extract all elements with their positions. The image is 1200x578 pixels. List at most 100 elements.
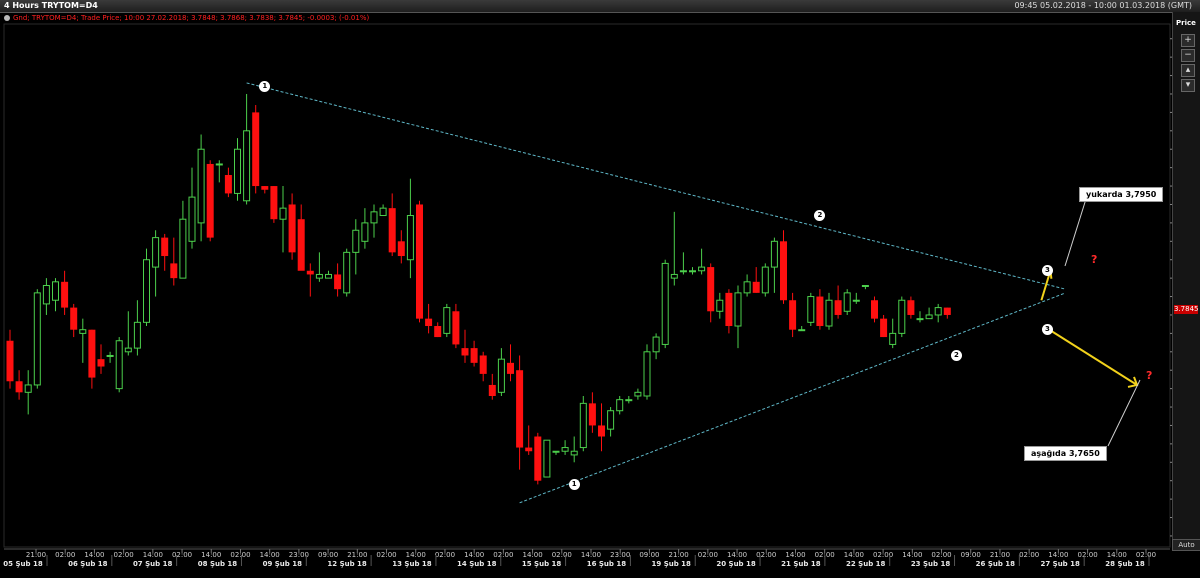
date-label: 21 Şub 18 bbox=[781, 560, 821, 568]
candle-bear bbox=[834, 300, 842, 315]
time-tick-label: 14:00 bbox=[201, 551, 221, 559]
downward-arrow bbox=[1042, 325, 1138, 386]
candle-bull bbox=[497, 358, 505, 393]
candle-bull bbox=[133, 321, 141, 349]
time-tick-label: 02:00 bbox=[376, 551, 396, 559]
candle-bear bbox=[224, 175, 232, 194]
candle-bull bbox=[52, 281, 59, 301]
candle-bull bbox=[179, 218, 187, 279]
candle-bull bbox=[852, 299, 860, 302]
candle-bull bbox=[33, 292, 41, 386]
candle-bull bbox=[42, 285, 50, 305]
upper-note-connector bbox=[1064, 198, 1087, 267]
candle-bear bbox=[452, 311, 460, 345]
date-label: 14 Şub 18 bbox=[457, 560, 497, 568]
date-label: 16 Şub 18 bbox=[587, 560, 627, 568]
time-tick-label: 02:00 bbox=[698, 551, 718, 559]
candle-bull bbox=[616, 399, 624, 412]
candle-bull bbox=[743, 281, 751, 294]
time-tick-label: 14:00 bbox=[902, 551, 922, 559]
date-label: 09 Şub 18 bbox=[263, 560, 303, 568]
candle-bear bbox=[288, 204, 296, 253]
zoom-in-button[interactable]: + bbox=[1181, 34, 1195, 47]
time-tick-label: 14:00 bbox=[464, 551, 484, 559]
candle-bear bbox=[70, 307, 78, 330]
candle-bear bbox=[334, 274, 342, 290]
time-tick-label: 09:00 bbox=[639, 551, 659, 559]
candle-bear bbox=[206, 163, 214, 238]
candle-bear bbox=[61, 281, 69, 308]
candle-bear bbox=[425, 318, 433, 327]
auto-scale-button[interactable]: Auto bbox=[1172, 539, 1200, 551]
time-tick-label: 14:00 bbox=[406, 551, 426, 559]
candle-bull bbox=[124, 347, 132, 353]
time-tick-label: 02:00 bbox=[552, 551, 572, 559]
candle-bull bbox=[315, 273, 323, 279]
candle-bull bbox=[361, 222, 369, 242]
date-label: 26 Şub 18 bbox=[976, 560, 1016, 568]
upper-target-note: yukarda 3,7950 bbox=[1079, 187, 1164, 202]
candle-bull bbox=[570, 450, 578, 456]
candle-bear bbox=[161, 237, 169, 257]
price-chart[interactable]: 3.863.8553.853.8453.843.8353.833.8253.82… bbox=[0, 0, 1200, 578]
plot-frame bbox=[3, 23, 1171, 548]
candle-bear bbox=[397, 241, 405, 257]
candle-bear bbox=[388, 208, 396, 253]
candle-bull bbox=[343, 251, 351, 294]
candle-bear bbox=[598, 425, 605, 437]
date-label: 27 Şub 18 bbox=[1040, 560, 1080, 568]
candle-bear bbox=[943, 307, 951, 315]
candle-bull bbox=[689, 270, 696, 273]
candle-bull bbox=[352, 229, 360, 253]
candle-bull bbox=[215, 163, 223, 166]
time-tick-label: 14:00 bbox=[143, 551, 163, 559]
time-tick-label: 21:00 bbox=[669, 551, 689, 559]
candle-bear bbox=[907, 300, 915, 315]
time-tick-label: 14:00 bbox=[727, 551, 747, 559]
price-axis-header: Price bbox=[1176, 19, 1196, 27]
candle-bear bbox=[461, 348, 469, 356]
candle-bear bbox=[871, 300, 878, 319]
time-tick-label: 09:00 bbox=[318, 551, 338, 559]
question-mark-upper: ? bbox=[1091, 253, 1098, 266]
date-label: 23 Şub 18 bbox=[911, 560, 951, 568]
candle-bear bbox=[789, 300, 797, 330]
time-tick-label: 02:00 bbox=[230, 551, 250, 559]
time-tick-label: 21:00 bbox=[990, 551, 1010, 559]
candle-bull bbox=[243, 130, 251, 202]
date-label: 06 Şub 18 bbox=[68, 560, 108, 568]
time-tick-label: 02:00 bbox=[493, 551, 513, 559]
date-label: 28 Şub 18 bbox=[1105, 560, 1145, 568]
time-tick-label: 14:00 bbox=[84, 551, 104, 559]
time-tick-label: 02:00 bbox=[1077, 551, 1097, 559]
price-axis-panel[interactable]: + − ▴ ▾ bbox=[1172, 12, 1200, 549]
scroll-down-icon[interactable]: ▾ bbox=[1181, 79, 1195, 92]
candle-bear bbox=[725, 292, 733, 327]
candle-bear bbox=[88, 329, 96, 378]
candle-bull bbox=[325, 273, 332, 279]
wave-label-3: 3 bbox=[1041, 324, 1053, 336]
candle-bull bbox=[652, 336, 660, 353]
scroll-up-icon[interactable]: ▴ bbox=[1181, 64, 1195, 77]
date-label: 12 Şub 18 bbox=[327, 560, 367, 568]
zoom-out-button[interactable]: − bbox=[1181, 49, 1195, 62]
candle-bear bbox=[707, 267, 715, 312]
upper-trendline bbox=[246, 82, 1066, 290]
candle-bull bbox=[143, 259, 150, 323]
candle-bear bbox=[261, 186, 269, 190]
candle-bull bbox=[861, 285, 869, 287]
time-tick-label: 02:00 bbox=[172, 551, 192, 559]
candle-bear bbox=[588, 403, 596, 426]
date-label: 15 Şub 18 bbox=[522, 560, 562, 568]
candle-bull bbox=[770, 240, 778, 268]
candle-bear bbox=[297, 219, 305, 271]
time-tick-label: 02:00 bbox=[435, 551, 455, 559]
date-label: 05 Şub 18 bbox=[3, 560, 43, 568]
date-label: 07 Şub 18 bbox=[133, 560, 173, 568]
wave-label-2: 2 bbox=[950, 349, 962, 361]
time-tick-label: 14:00 bbox=[260, 551, 280, 559]
candle-bear bbox=[170, 263, 178, 279]
candle-bear bbox=[252, 112, 260, 187]
time-tick-label: 02:00 bbox=[931, 551, 951, 559]
lower-target-note: aşağıda 3,7650 bbox=[1024, 446, 1107, 461]
